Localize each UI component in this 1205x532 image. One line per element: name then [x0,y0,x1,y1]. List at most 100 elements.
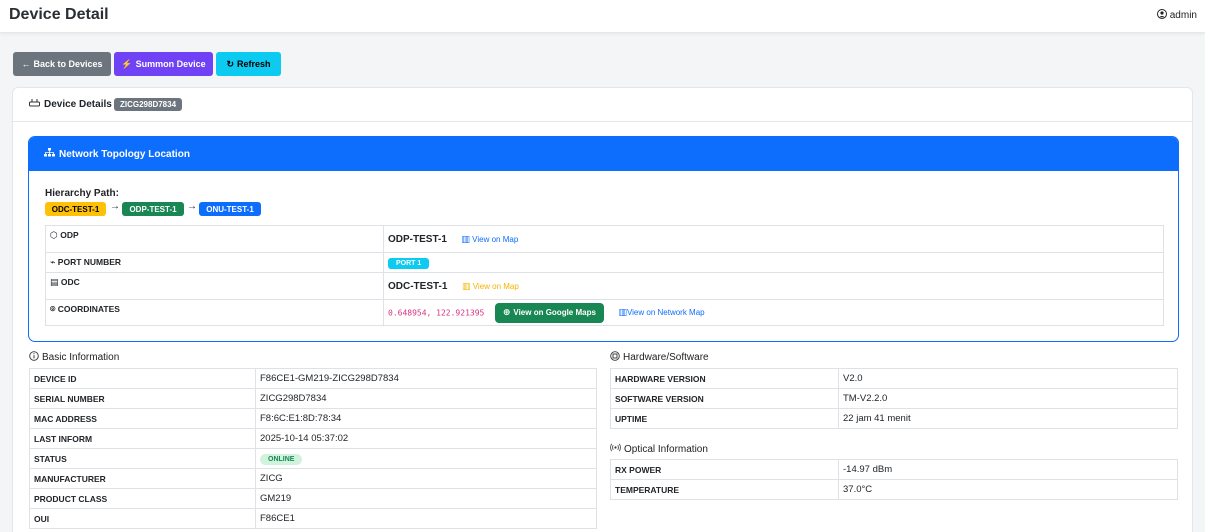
device-id-badge: ZICG298D7834 [114,98,183,111]
plug-icon: ⌁ [50,257,56,267]
port-label-cell: ⌁ PORT NUMBER [45,252,384,273]
table-row: UPTIME 22 jam 41 menit [610,408,1178,429]
odc-link-label: View on Map [472,281,519,291]
device-details-card: Device Details ZICG298D7834 Network Topo… [12,87,1193,532]
table-row: STATUS ONLINE [29,448,597,469]
back-to-devices-button[interactable]: ← Back to Devices [13,52,111,76]
table-row: SERIAL NUMBER ZICG298D7834 [29,388,597,409]
key-cell: MANUFACTURER [29,468,256,489]
key-cell: PRODUCT CLASS [29,488,256,509]
key-cell: SOFTWARE VERSION [610,388,839,409]
broadcast-icon [610,443,621,455]
table-row: ⌁ PORT NUMBER PORT 1 [45,252,1164,273]
key-cell: DEVICE ID [29,368,256,389]
map-icon: ▥ [461,233,470,244]
arrow-left-icon: ← [21,58,31,69]
port-label: PORT NUMBER [57,257,122,267]
table-row: PRODUCT CLASS GM219 [29,488,597,509]
card-title-wrap: Device Details [29,98,112,110]
key-cell: STATUS [29,448,256,469]
hierarchy-label: Hierarchy Path: [45,188,119,199]
router-icon [29,98,40,110]
map-pin-icon: ⌾ [50,304,56,314]
topology-table: ⬡ ODP ODP-TEST-1 ▥ View on Map ⌁ PORT NU… [45,225,1164,326]
path-arrow-1: → [110,201,120,212]
value-cell: ZICG298D7834 [255,388,597,409]
netmap-label: View on Network Map [626,307,705,317]
odp-label-cell: ⬡ ODP [45,225,384,253]
status-badge: ONLINE [260,453,303,465]
hardware-title-text: Hardware/Software [623,352,709,363]
key-cell: TEMPERATURE [610,479,839,500]
table-row: HARDWARE VERSION V2.0 [610,368,1178,389]
table-row: ⬡ ODP ODP-TEST-1 ▥ View on Map [45,225,1164,253]
value-cell: F8:6C:E1:8D:78:34 [255,408,597,429]
odc-value: ODC-TEST-1 [388,280,448,292]
key-cell: SERIAL NUMBER [29,388,256,409]
refresh-button-label: Refresh [237,59,271,69]
key-cell: UPTIME [610,408,839,429]
user-menu[interactable]: admin [1156,9,1197,22]
odp-value: ODP-TEST-1 [388,233,447,245]
value-cell: V2.0 [838,368,1178,389]
table-row: MANUFACTURER ZICG [29,468,597,489]
odp-view-map-link[interactable]: ▥ View on Map [461,233,519,244]
odp-label: ODP [60,230,79,240]
coords-value-cell: 0.648954, 122.921395 ⊕ View on Google Map… [383,299,1164,326]
value-cell: F86CE1-GM219-ZICG298D7834 [255,368,597,389]
value-cell: 2025-10-14 05:37:02 [255,428,597,449]
value-cell: ONLINE [255,448,597,469]
optical-title: Optical Information [610,443,708,455]
summon-button-label: Summon Device [135,59,206,69]
chip-icon [610,351,620,364]
sitemap-icon [44,148,55,160]
port-badge: PORT 1 [388,257,430,269]
map-icon: ▥ [618,306,627,317]
card-title: Device Details [44,98,112,110]
value-cell: ZICG [255,468,597,489]
box-icon: ⬡ [50,230,58,240]
globe-icon: ⊕ [502,307,511,317]
value-cell: 37.0°C [838,479,1178,500]
odp-link-label: View on Map [472,234,519,244]
key-cell: OUI [29,508,256,529]
key-cell: LAST INFORM [29,428,256,449]
path-chip-odc: ODC-TEST-1 [45,202,106,216]
summon-device-button[interactable]: ⚡ Summon Device [114,52,213,76]
map-icon: ▥ [461,280,471,291]
table-row: OUI F86CE1 [29,508,597,529]
odc-value-cell: ODC-TEST-1 ▥ View on Map [383,272,1164,300]
value-cell: GM219 [255,488,597,509]
odc-view-map-link[interactable]: ▥ View on Map [461,280,519,291]
view-google-maps-button[interactable]: ⊕ View on Google Maps [494,302,604,323]
topology-header: Network Topology Location [29,137,1178,171]
info-circle-icon [29,351,39,364]
view-network-map-link[interactable]: ▥View on Network Map [618,306,705,317]
refresh-icon: ↻ [226,58,235,69]
key-cell: HARDWARE VERSION [610,368,839,389]
table-row: MAC ADDRESS F8:6C:E1:8D:78:34 [29,408,597,429]
value-cell: TM-V2.2.0 [838,388,1178,409]
path-chip-odp: ODP-TEST-1 [122,202,184,216]
value-cell: 22 jam 41 menit [838,408,1178,429]
coords-label-cell: ⌾ COORDINATES [45,299,384,326]
refresh-button[interactable]: ↻ Refresh [216,52,281,76]
gmaps-label: View on Google Maps [513,308,596,317]
top-bar: Device Detail admin [0,0,1205,33]
optical-title-text: Optical Information [624,443,708,455]
odp-value-cell: ODP-TEST-1 ▥ View on Map [383,225,1164,253]
table-row: DEVICE ID F86CE1-GM219-ZICG298D7834 [29,368,597,389]
user-icon [1156,9,1167,22]
hardware-table: HARDWARE VERSION V2.0 SOFTWARE VERSION TM-… [610,368,1178,429]
network-topology-panel: Network Topology Location Hierarchy Path… [28,136,1179,342]
table-row: RX POWER -14.97 dBm [610,459,1178,480]
path-chip-onu: ONU-TEST-1 [199,202,261,216]
topology-title: Network Topology Location [59,148,190,160]
page-title: Device Detail [9,6,109,23]
basic-info-title: Basic Information [29,351,119,364]
basic-info-table: DEVICE ID F86CE1-GM219-ZICG298D7834 SERIA… [29,368,597,529]
lightning-icon: ⚡ [121,58,133,69]
back-button-label: Back to Devices [33,59,103,69]
user-name: admin [1169,10,1197,21]
coordinates-value: 0.648954, 122.921395 [388,307,485,317]
